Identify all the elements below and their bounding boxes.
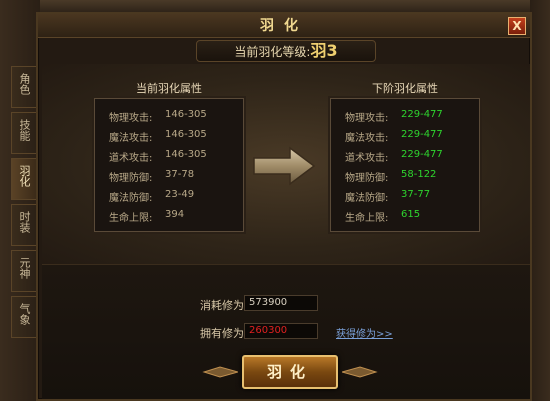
attr-value: 146-305	[165, 109, 207, 120]
tab-label: 元神	[18, 257, 31, 279]
tab-skills[interactable]: 技能	[11, 112, 37, 154]
feather-button[interactable]: 羽化	[242, 355, 338, 389]
next-row: 道术攻击: 229-477	[345, 149, 443, 164]
current-panel-title: 当前羽化属性	[136, 82, 202, 95]
current-attributes-panel: 物理攻击: 146-305 魔法攻击: 146-305 道术攻击: 146-305 物…	[94, 98, 244, 232]
current-row: 魔法攻击: 146-305	[109, 129, 207, 144]
tab-character[interactable]: 角色	[11, 66, 37, 108]
current-row: 生命上限: 394	[109, 209, 184, 224]
attr-label: 物理攻击:	[109, 113, 153, 124]
tab-label: 气象	[18, 303, 31, 325]
tab-spirit[interactable]: 元神	[11, 250, 37, 292]
attr-value: 229-477	[401, 129, 443, 140]
attr-label: 魔法攻击:	[345, 133, 389, 144]
level-value: 羽3	[310, 41, 338, 60]
feather-window: 羽化 X 当前羽化等级:羽3 当前羽化属性 物理攻击: 146-305 魔法攻击:…	[36, 12, 532, 401]
attr-label: 生命上限:	[109, 213, 153, 224]
cost-area: 消耗修为: 573900 拥有修为: 260300 获得修为>> 羽化	[42, 264, 530, 399]
current-row: 道术攻击: 146-305	[109, 149, 207, 164]
attr-value: 229-477	[401, 149, 443, 160]
current-row: 魔法防御: 23-49	[109, 189, 194, 204]
tab-label: 羽化	[18, 165, 31, 187]
close-button[interactable]: X	[508, 17, 526, 35]
window-title: 羽化	[260, 18, 308, 34]
tab-label: 技能	[18, 119, 31, 141]
tab-label: 角色	[18, 73, 31, 95]
next-panel-title: 下阶羽化属性	[372, 82, 438, 95]
ornament-right-icon	[342, 366, 378, 378]
attr-value: 37-78	[165, 169, 195, 180]
owned-label: 拥有修为:	[200, 327, 248, 340]
attr-value: 146-305	[165, 149, 207, 160]
owned-value: 260300	[244, 323, 318, 339]
next-row: 生命上限: 615	[345, 209, 420, 224]
attr-label: 物理攻击:	[345, 113, 389, 124]
tab-aura[interactable]: 气象	[11, 296, 37, 338]
attr-label: 道术攻击:	[345, 153, 389, 164]
cost-value: 573900	[244, 295, 318, 311]
attribute-area: 当前羽化属性 物理攻击: 146-305 魔法攻击: 146-305 道术攻击: 14…	[42, 64, 530, 264]
cost-label: 消耗修为:	[200, 299, 248, 312]
level-label: 当前羽化等级:	[234, 45, 311, 59]
attr-label: 物理防御:	[345, 173, 389, 184]
attr-label: 魔法防御:	[109, 193, 153, 204]
attr-value: 23-49	[165, 189, 195, 200]
tab-label: 时装	[18, 211, 31, 233]
ornament-left-icon	[202, 366, 238, 378]
level-banner: 当前羽化等级:羽3	[196, 40, 376, 62]
attr-value: 615	[401, 209, 421, 220]
next-row: 魔法防御: 37-77	[345, 189, 430, 204]
background-left	[0, 0, 40, 401]
next-row: 物理防御: 58-122	[345, 169, 436, 184]
attr-value: 37-77	[401, 189, 431, 200]
current-row: 物理防御: 37-78	[109, 169, 194, 184]
attr-label: 物理防御:	[109, 173, 153, 184]
attr-value: 394	[165, 209, 185, 220]
attr-value: 146-305	[165, 129, 207, 140]
background-right	[530, 0, 550, 401]
attr-label: 道术攻击:	[109, 153, 153, 164]
tab-feather[interactable]: 羽化	[11, 158, 37, 200]
next-row: 物理攻击: 229-477	[345, 109, 443, 124]
attr-label: 魔法防御:	[345, 193, 389, 204]
attr-value: 58-122	[401, 169, 437, 180]
attr-label: 魔法攻击:	[109, 133, 153, 144]
next-row: 魔法攻击: 229-477	[345, 129, 443, 144]
next-attributes-panel: 物理攻击: 229-477 魔法攻击: 229-477 道术攻击: 229-477 物…	[330, 98, 480, 232]
arrow-right-icon	[253, 146, 316, 186]
attr-label: 生命上限:	[345, 213, 389, 224]
current-row: 物理攻击: 146-305	[109, 109, 207, 124]
get-cultivation-link[interactable]: 获得修为>>	[336, 325, 393, 340]
tab-fashion[interactable]: 时装	[11, 204, 37, 246]
attr-value: 229-477	[401, 109, 443, 120]
titlebar: 羽化 X	[38, 14, 530, 38]
